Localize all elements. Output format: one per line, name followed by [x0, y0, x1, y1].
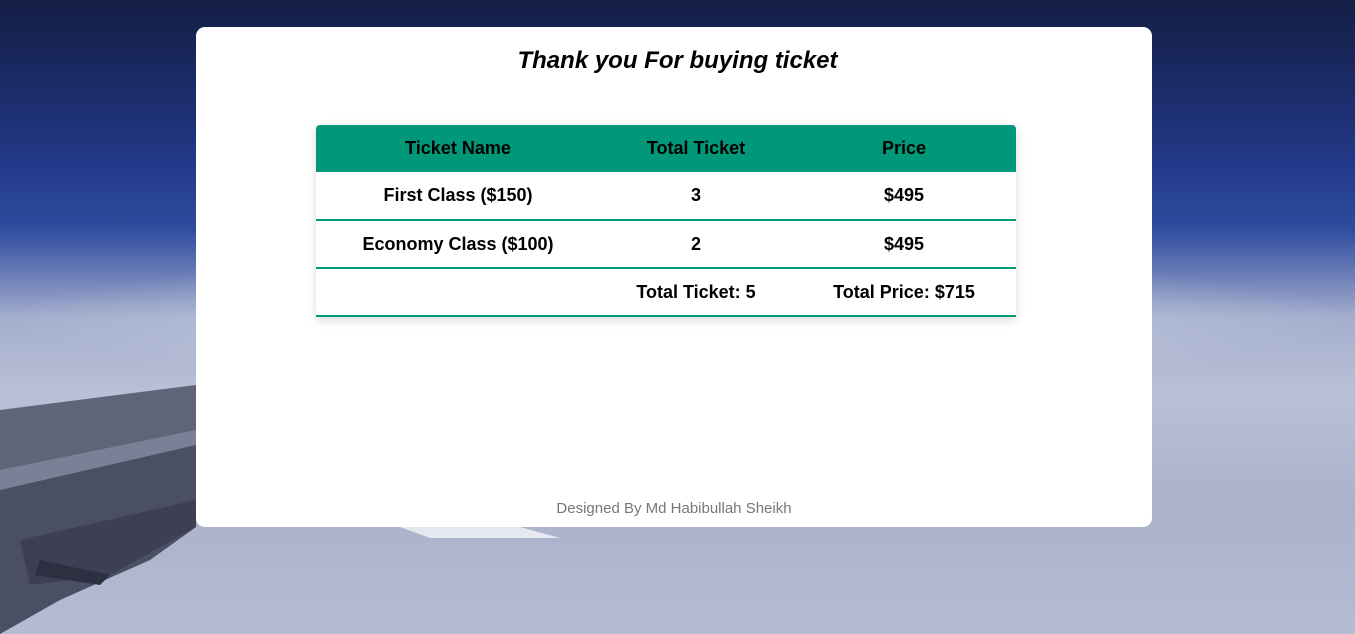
header-price: Price	[881, 138, 927, 158]
page-title: Thank you For buying ticket	[517, 47, 838, 74]
ticket-price-cell: $495	[883, 185, 925, 205]
table-row: First Class ($150) 3 $495	[316, 172, 1016, 220]
totals-row: Total Ticket: 5 Total Price: $715	[316, 268, 1016, 316]
total-ticket-cell: Total Ticket: 5	[636, 281, 756, 302]
table-header-row: Ticket Name Total Ticket Price	[316, 125, 1016, 172]
table-row: Economy Class ($100) 2 $495	[316, 220, 1016, 268]
header-ticket-name: Ticket Name	[405, 138, 511, 158]
designer-credit: Designed By Md Habibullah Sheikh	[556, 500, 792, 517]
ticket-count-cell: 2	[690, 233, 701, 254]
totals-name-cell	[316, 268, 600, 316]
ticket-table: Ticket Name Total Ticket Price First Cla…	[316, 125, 1016, 317]
ticket-table-container: Ticket Name Total Ticket Price First Cla…	[316, 125, 1016, 317]
ticket-name-cell: First Class ($150)	[383, 185, 533, 205]
ticket-name-cell: Economy Class ($100)	[362, 233, 554, 254]
ticket-count-cell: 3	[690, 185, 701, 205]
ticket-price-cell: $495	[883, 233, 925, 254]
header-total-ticket: Total Ticket	[646, 138, 746, 158]
total-price-cell: Total Price: $715	[833, 281, 975, 302]
